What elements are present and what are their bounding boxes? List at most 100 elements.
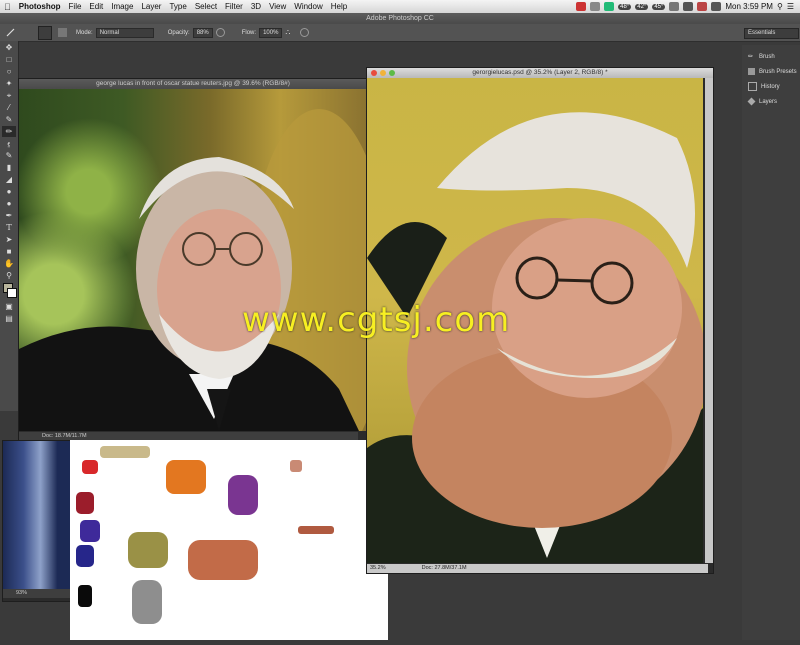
brush-tool-icon[interactable] — [6, 28, 15, 37]
menu-edit[interactable]: Edit — [89, 2, 103, 11]
document-title-bar[interactable]: george lucas in front of oscar statue re… — [19, 79, 367, 89]
app-tray-icon[interactable] — [576, 2, 587, 11]
menu-help[interactable]: Help — [331, 2, 347, 11]
marquee-tool-icon[interactable]: □ — [2, 54, 16, 65]
dock-brush[interactable]: ✏ Brush — [742, 49, 800, 64]
brush-panel-toggle-icon[interactable] — [58, 28, 67, 37]
brush-icon: ✏ — [748, 54, 754, 60]
dock-history[interactable]: History — [742, 79, 800, 94]
app-tray-icon[interactable] — [604, 2, 615, 11]
document-title: george lucas in front of oscar statue re… — [96, 80, 290, 87]
color-mixing-canvas[interactable] — [70, 440, 388, 640]
temp-badge[interactable]: 48° — [618, 3, 632, 10]
watermark-text: www.cgtsj.com — [242, 300, 511, 340]
crop-tool-icon[interactable]: ⌖ — [2, 90, 16, 101]
menu-view[interactable]: View — [269, 2, 286, 11]
menu-layer[interactable]: Layer — [141, 2, 161, 11]
search-icon[interactable]: ⚲ — [777, 2, 783, 11]
pressure-size-icon[interactable] — [300, 28, 310, 37]
mode-select[interactable]: Normal — [95, 27, 154, 38]
opacity-label: Opacity: — [167, 29, 190, 36]
hand-tool-icon[interactable]: ✋ — [2, 258, 16, 269]
flow-input[interactable]: 100% — [259, 27, 283, 38]
menu-list-icon[interactable]: ☰ — [787, 2, 794, 11]
temp-badge[interactable]: 42° — [635, 3, 649, 10]
reference-canvas[interactable] — [3, 441, 71, 589]
temp-badge[interactable]: 45° — [652, 3, 666, 10]
clone-stamp-icon[interactable]: ⍷ — [2, 138, 16, 149]
eraser-tool-icon[interactable]: ▮ — [2, 162, 16, 173]
type-tool-icon[interactable]: T — [2, 222, 16, 233]
zoom-tool-icon[interactable]: ⚲ — [2, 270, 16, 281]
workspace-select[interactable]: Essentials — [744, 28, 799, 39]
menu-image[interactable]: Image — [111, 2, 133, 11]
document-status-bar: 35.2% Doc: 27.8M/37.1M — [367, 564, 708, 573]
apple-icon[interactable]:  — [4, 2, 11, 12]
menu-type[interactable]: Type — [169, 2, 186, 11]
zoom-icon[interactable] — [389, 70, 395, 76]
color-swatch-icon[interactable] — [2, 282, 17, 300]
blur-tool-icon[interactable]: ● — [2, 186, 16, 197]
mode-label: Mode: — [76, 29, 93, 36]
path-select-icon[interactable]: ➤ — [2, 234, 16, 245]
menu-window[interactable]: Window — [294, 2, 322, 11]
zoom-level[interactable]: 35.2% — [370, 564, 386, 573]
bluetooth-icon[interactable] — [669, 2, 680, 11]
layers-icon — [747, 97, 756, 106]
shape-tool-icon[interactable]: ■ — [2, 246, 16, 257]
flag-icon[interactable] — [697, 2, 708, 11]
brush-tool-icon[interactable]: ✏ — [2, 126, 16, 137]
history-icon — [748, 82, 757, 91]
panel-dock: ✏ Brush Brush Presets History Layers — [742, 45, 800, 640]
quick-select-tool-icon[interactable]: ✦ — [2, 78, 16, 89]
menu-filter[interactable]: Filter — [225, 2, 243, 11]
pressure-opacity-icon[interactable] — [215, 28, 225, 37]
gradient-tool-icon[interactable]: ◢ — [2, 174, 16, 185]
dock-brush-presets[interactable]: Brush Presets — [742, 64, 800, 79]
volume-icon[interactable] — [711, 2, 722, 11]
portrait-photo — [19, 109, 367, 431]
dock-label: Layers — [759, 98, 778, 105]
toolbox: ✥ □ ○ ✦ ⌖ ⁄ ✎ ✏ ⍷ ✎ ▮ ◢ ● ● ✒ T ➤ ■ ✋ ⚲ … — [0, 41, 19, 411]
app-menu[interactable]: Photoshop — [19, 2, 61, 11]
brush-presets-icon — [748, 68, 755, 75]
flow-label: Flow: — [241, 29, 257, 36]
wifi-icon[interactable] — [683, 2, 694, 11]
dodge-tool-icon[interactable]: ● — [2, 198, 16, 209]
document-status-bar: 93% — [3, 589, 71, 598]
move-tool-icon[interactable]: ✥ — [2, 42, 16, 53]
menu-select[interactable]: Select — [195, 2, 217, 11]
options-bar: Mode: Normal Opacity: 88% Flow: 100% ∴ — [0, 24, 800, 42]
healing-brush-icon[interactable]: ✎ — [2, 114, 16, 125]
dock-label: Brush Presets — [759, 68, 797, 75]
opacity-input[interactable]: 88% — [192, 27, 213, 38]
menu-bar:  Photoshop File Edit Image Layer Type S… — [0, 0, 800, 14]
brush-preset-icon[interactable] — [38, 25, 52, 40]
quick-mask-icon[interactable]: ▣ — [2, 301, 16, 312]
dock-label: History — [761, 83, 780, 90]
menu-file[interactable]: File — [69, 2, 82, 11]
document-window-photo: george lucas in front of oscar statue re… — [18, 78, 368, 442]
dock-label: Brush — [759, 53, 775, 60]
airbrush-icon[interactable]: ∴ — [285, 28, 294, 37]
minimize-icon[interactable] — [380, 70, 386, 76]
app-tray-icon[interactable] — [590, 2, 601, 11]
document-info: Doc: 27.8M/37.1M — [421, 565, 467, 571]
history-brush-icon[interactable]: ✎ — [2, 150, 16, 161]
zoom-level[interactable]: 93% — [16, 589, 27, 598]
pen-tool-icon[interactable]: ✒ — [2, 210, 16, 221]
screen-mode-icon[interactable]: ▤ — [2, 313, 16, 324]
dock-layers[interactable]: Layers — [742, 94, 800, 109]
vertical-scrollbar[interactable] — [705, 78, 713, 563]
clock[interactable]: Mon 3:59 PM — [725, 2, 773, 11]
lasso-tool-icon[interactable]: ○ — [2, 66, 16, 77]
paint-swatches — [76, 446, 334, 624]
document-title-bar[interactable]: gerorgielucas.psd @ 35.2% (Layer 2, RGB/… — [367, 68, 713, 78]
app-title: Adobe Photoshop CC — [0, 13, 800, 24]
menu-3d[interactable]: 3D — [251, 2, 261, 11]
status-tray: 48° 42° 45° Mon 3:59 PM ⚲ ☰ — [576, 2, 800, 11]
photo-canvas[interactable] — [19, 89, 367, 431]
eyedropper-tool-icon[interactable]: ⁄ — [2, 102, 16, 113]
document-window-reference: 93% — [2, 440, 72, 602]
close-icon[interactable] — [371, 70, 377, 76]
